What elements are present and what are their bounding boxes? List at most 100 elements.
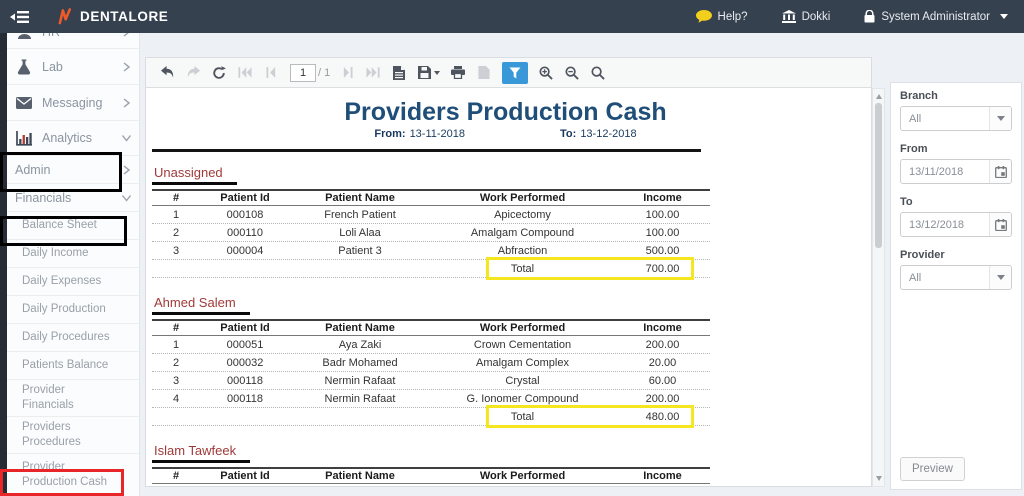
report-viewer: / 1 (145, 57, 872, 487)
provider-select[interactable]: All (900, 265, 1012, 290)
filter-toggle-button[interactable] (502, 62, 528, 84)
scroll-up-icon[interactable] (876, 94, 882, 99)
brand-name: DENTALORE (80, 9, 168, 24)
bar-chart-icon (15, 131, 33, 146)
sidebar-item-daily-expenses[interactable]: Daily Expenses (7, 267, 139, 295)
to-date-value[interactable] (901, 219, 989, 231)
sidebar-scrollbar[interactable] (0, 33, 7, 496)
sidebar-item-lab[interactable]: Lab (7, 48, 139, 84)
from-calendar-button[interactable] (989, 160, 1011, 183)
branch-menu[interactable]: Dokki (782, 10, 831, 23)
sidebar-item-label: Messaging (42, 96, 123, 110)
zoom-out-button[interactable] (565, 66, 580, 80)
cell: Loli Alaa (290, 227, 430, 239)
sidebar-toggle-button[interactable] (10, 10, 30, 24)
export-dropdown-caret-icon (434, 71, 440, 75)
sidebar-item-daily-production[interactable]: Daily Production (7, 295, 139, 323)
sidebar-item-label: Analytics (42, 131, 123, 145)
sidebar-item-balance-sheet[interactable]: Balance Sheet (7, 211, 139, 239)
scroll-thumb[interactable] (875, 103, 882, 248)
from-filter-group: From (900, 143, 1012, 184)
export-document-button[interactable] (392, 66, 407, 80)
cell: 000032 (200, 357, 290, 369)
sidebar-item-messaging[interactable]: Messaging (7, 84, 139, 120)
col-header: Patient Id (200, 192, 290, 204)
cell: 000004 (200, 245, 290, 257)
cell: 200.00 (615, 393, 710, 405)
report-to: To:13-12-2018 (560, 128, 637, 140)
col-header: # (152, 192, 200, 204)
cell: 2 (152, 357, 200, 369)
from-date-input[interactable] (900, 159, 1012, 184)
to-date-input[interactable] (900, 212, 1012, 237)
chevron-right-icon (123, 33, 130, 37)
total-label: Total (430, 411, 615, 423)
branch-dropdown-button[interactable] (989, 107, 1011, 130)
report-date-range: From:13-11-2018 To:13-12-2018 (166, 128, 846, 140)
cell: 4 (152, 393, 200, 405)
total-row: Total 700.00 (152, 260, 710, 278)
refresh-button[interactable] (212, 66, 227, 80)
sidebar-item-analytics[interactable]: Analytics (7, 120, 139, 155)
col-header: Income (615, 470, 710, 482)
to-calendar-button[interactable] (989, 213, 1011, 236)
table-header-row: # Patient Id Patient Name Work Performed… (152, 189, 710, 206)
cell: Crown Cementation (430, 339, 615, 351)
cell: G. Ionomer Compound (430, 393, 615, 405)
calendar-icon (995, 166, 1007, 178)
hamburger-icon (10, 10, 30, 24)
report-section-islam-tawfeek: Islam Tawfeek # Patient Id Patient Name … (152, 442, 859, 484)
page-number-input[interactable] (290, 64, 316, 82)
sidebar-item-hr[interactable]: HR (7, 33, 139, 48)
sidebar-item-daily-procedures[interactable]: Daily Procedures (7, 323, 139, 351)
provider-select-value: All (901, 272, 989, 284)
user-menu[interactable]: System Administrator (864, 10, 1008, 23)
branch-select[interactable]: All (900, 106, 1012, 131)
table-row: 2 000032 Badr Mohamed Amalgam Complex 20… (152, 354, 710, 372)
cell: 100.00 (615, 209, 710, 221)
zoom-in-button[interactable] (539, 66, 554, 80)
provider-filter-label: Provider (900, 249, 1012, 261)
sidebar-item-label: Lab (42, 60, 123, 74)
sidebar-item-patients-balance[interactable]: Patients Balance (7, 351, 139, 379)
cell: 500.00 (615, 245, 710, 257)
cell: Crystal (430, 375, 615, 387)
report-from: From:13-11-2018 (374, 128, 465, 140)
sidebar-item-label: HR (42, 33, 123, 39)
sidebar-item-provider-production-cash[interactable]: Provider Production Cash (7, 453, 139, 496)
search-button[interactable] (591, 66, 606, 80)
sidebar-item-daily-income[interactable]: Daily Income (7, 239, 139, 267)
sidebar-item-label: Financials (15, 191, 123, 205)
undo-button[interactable] (160, 66, 175, 79)
branch-select-value: All (901, 113, 989, 125)
total-value: 700.00 (615, 263, 710, 275)
print-button[interactable] (451, 66, 466, 79)
col-header: Patient Id (200, 322, 290, 334)
provider-dropdown-button[interactable] (989, 266, 1011, 289)
sidebar-item-providers-procedures[interactable]: Providers Procedures (7, 416, 139, 453)
sidebar-item-financials[interactable]: Financials (7, 183, 139, 211)
last-page-button (366, 67, 381, 78)
from-label: From: (374, 128, 405, 140)
sidebar-item-provider-financials[interactable]: Provider Financials (7, 379, 139, 416)
chevron-down-icon (1000, 14, 1008, 19)
save-export-button[interactable] (418, 66, 440, 79)
chevron-right-icon (123, 165, 130, 175)
scroll-down-icon[interactable] (876, 476, 882, 481)
sidebar-item-admin[interactable]: Admin (7, 155, 139, 183)
help-link[interactable]: Help? (696, 10, 748, 23)
from-date-value[interactable] (901, 166, 989, 178)
filter-funnel-icon (509, 67, 521, 79)
title-divider (152, 149, 701, 152)
table-header-row: # Patient Id Patient Name Work Performed… (152, 467, 710, 484)
cell: 2 (152, 227, 200, 239)
chevron-down-icon (122, 194, 132, 201)
preview-button[interactable]: Preview (900, 457, 965, 481)
cell: Nermin Rafaat (290, 375, 430, 387)
col-header: Income (615, 192, 710, 204)
sidebar: HR Lab Messaging (0, 33, 140, 496)
cell: 3 (152, 245, 200, 257)
cell: 1 (152, 209, 200, 221)
report-scrollbar[interactable] (872, 88, 885, 487)
col-header: Work Performed (430, 192, 615, 204)
